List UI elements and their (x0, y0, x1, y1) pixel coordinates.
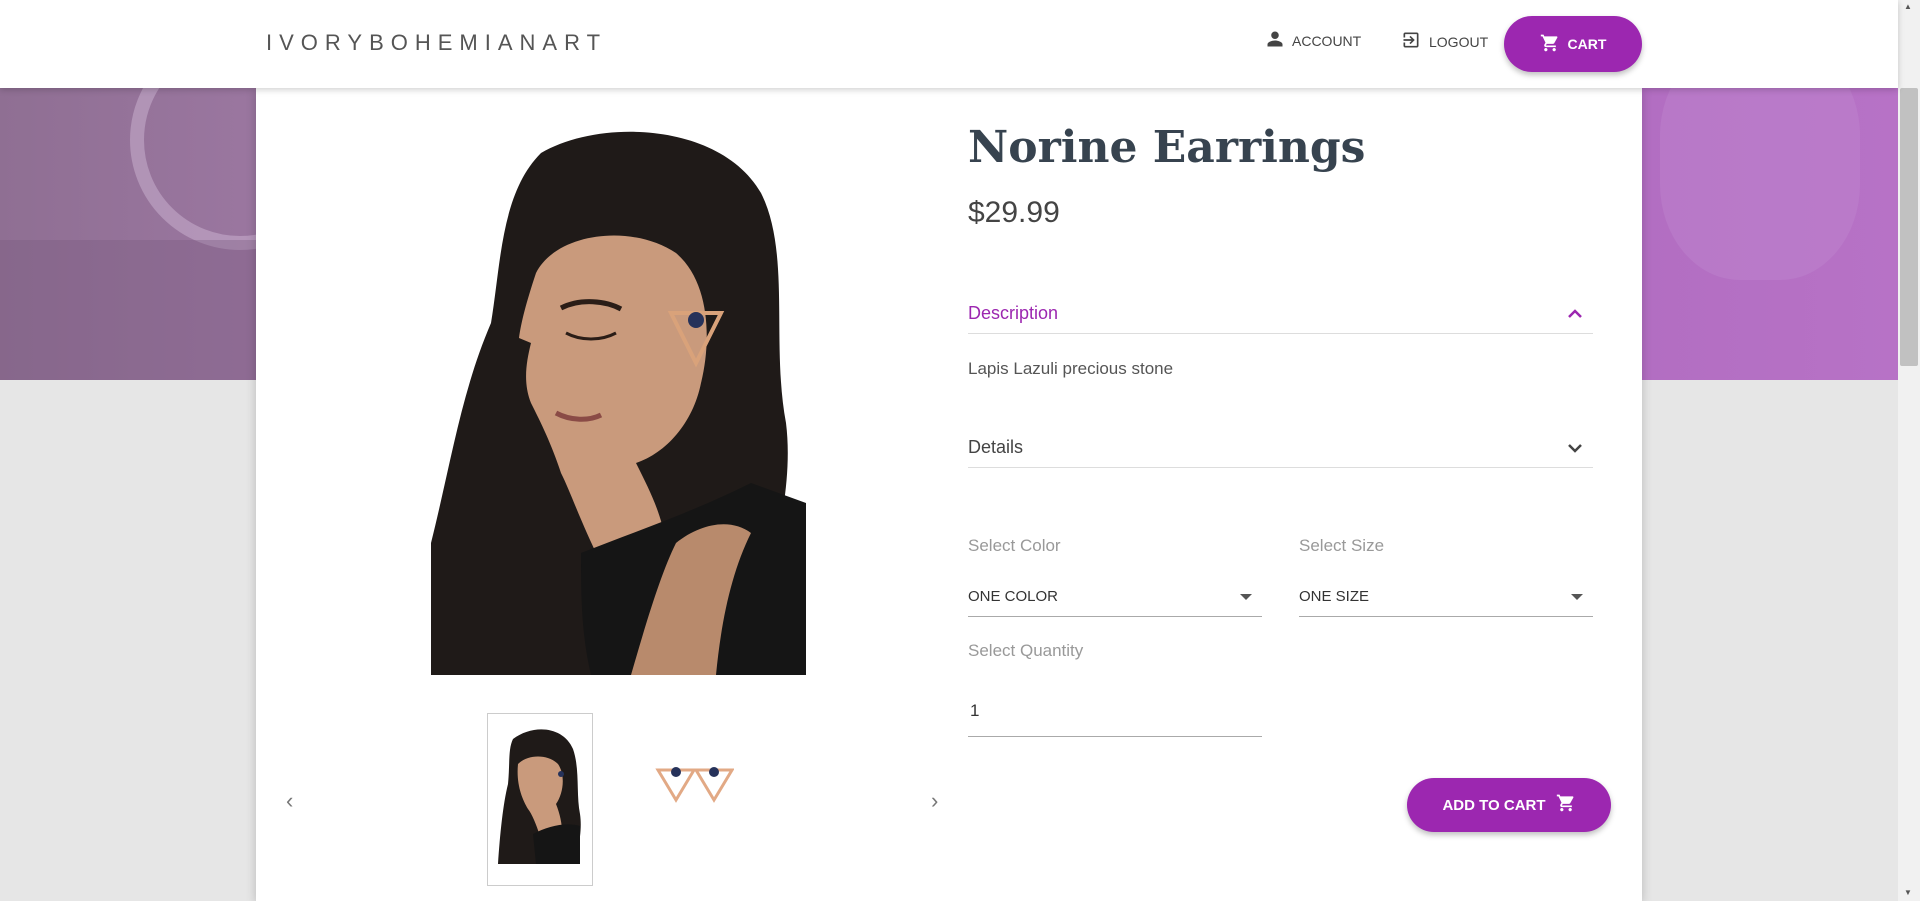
product-card: ‹ › Norine Earrings $29.99 Description L… (256, 88, 1642, 901)
logout-label: LOGOUT (1429, 33, 1489, 50)
chevron-right-icon[interactable]: › (931, 788, 938, 814)
exit-icon (1401, 30, 1421, 53)
logout-button[interactable]: LOGOUT (1401, 30, 1488, 53)
chevron-left-icon[interactable]: ‹ (286, 788, 293, 814)
quantity-label: Select Quantity (968, 641, 1084, 660)
dropdown-caret-icon (1571, 593, 1583, 600)
description-label: Description (968, 303, 1059, 323)
account-button[interactable]: ACCOUNT (1266, 30, 1361, 51)
chevron-down-icon (1567, 440, 1583, 456)
description-text: Lapis Lazuli precious stone (968, 359, 1174, 378)
thumbnail-model[interactable] (487, 713, 593, 886)
product-price: $29.99 (968, 196, 1060, 229)
product-title: Norine Earrings (968, 122, 1366, 173)
details-label: Details (968, 437, 1024, 457)
top-navigation-bar: IVORYBOHEMIANART ACCOUNT LOGOUT CART (0, 0, 1898, 88)
scroll-up-arrow-icon[interactable]: ▲ (1904, 2, 1912, 11)
account-label: ACCOUNT (1292, 32, 1362, 49)
color-select[interactable]: ONE COLOR (968, 577, 1262, 617)
cart-icon (1556, 793, 1576, 817)
scroll-down-arrow-icon[interactable]: ▼ (1904, 888, 1912, 897)
cart-icon (1540, 33, 1560, 56)
color-label: Select Color (968, 536, 1061, 555)
add-to-cart-label: ADD TO CART (1442, 796, 1546, 814)
description-accordion[interactable]: Description (968, 294, 1593, 334)
quantity-input[interactable]: 1 (968, 691, 1262, 737)
product-main-image[interactable] (431, 123, 806, 675)
thumbnail-earrings[interactable] (654, 764, 735, 804)
chevron-up-icon (1567, 306, 1583, 322)
size-value: ONE SIZE (1299, 588, 1370, 605)
hero-decoration (0, 240, 260, 380)
size-select[interactable]: ONE SIZE (1299, 577, 1593, 617)
size-label: Select Size (1299, 536, 1385, 555)
brand-logo[interactable]: IVORYBOHEMIANART (266, 30, 607, 56)
color-value: ONE COLOR (968, 588, 1059, 605)
scrollbar-thumb[interactable] (1900, 88, 1918, 366)
add-to-cart-button[interactable]: ADD TO CART (1407, 778, 1611, 832)
person-icon (1266, 30, 1284, 51)
dropdown-caret-icon (1240, 593, 1252, 600)
cart-button[interactable]: CART (1504, 16, 1642, 72)
cart-label: CART (1567, 36, 1607, 52)
details-accordion[interactable]: Details (968, 428, 1593, 468)
